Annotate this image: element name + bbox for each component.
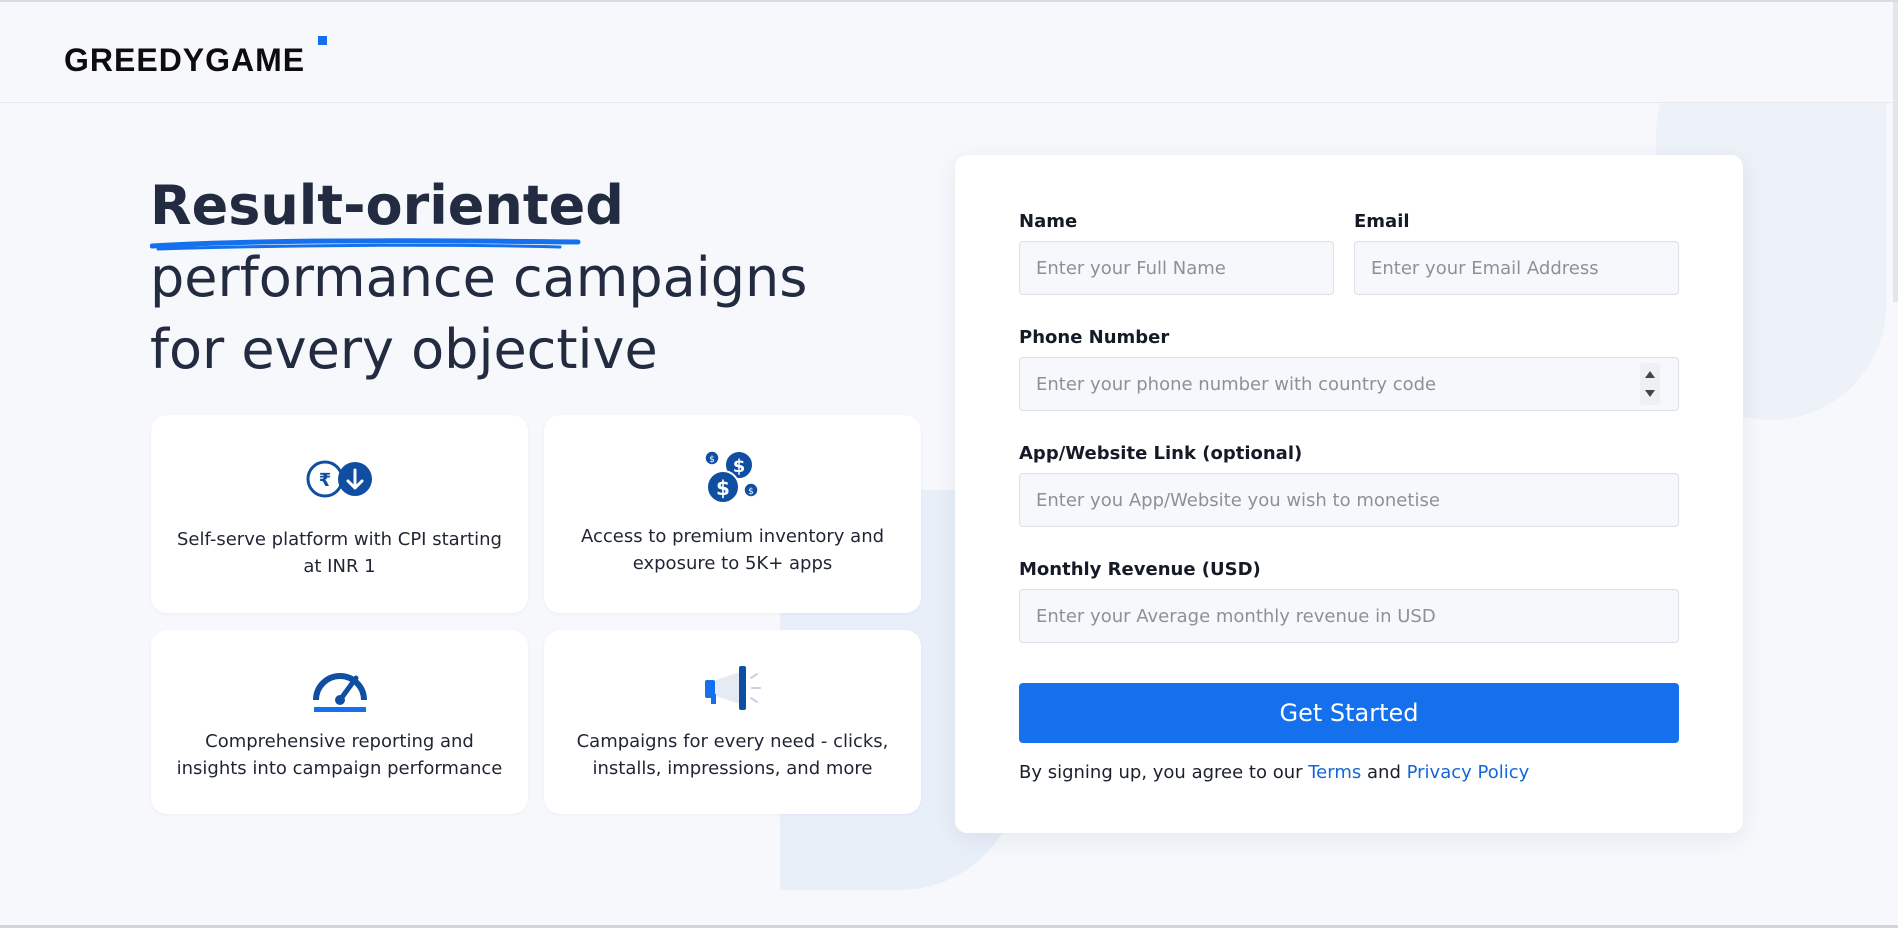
svg-text:$: $ (732, 456, 745, 477)
legal-notice: By signing up, you agree to our Terms an… (1019, 760, 1529, 786)
phone-input[interactable] (1019, 357, 1679, 411)
privacy-policy-link[interactable]: Privacy Policy (1407, 762, 1530, 783)
email-input[interactable] (1354, 241, 1679, 295)
svg-text:$: $ (716, 476, 730, 500)
email-label: Email (1354, 211, 1410, 232)
legal-prefix: By signing up, you agree to our (1019, 762, 1303, 783)
app-link-label: App/Website Link (optional) (1019, 443, 1303, 464)
greedygame-logo[interactable]: GREEDYGAME (64, 40, 305, 80)
megaphone-icon (704, 666, 761, 710)
brush-underline (150, 238, 581, 251)
logo-corner-mark (318, 36, 327, 45)
svg-text:$: $ (748, 487, 754, 497)
page-scrollbar[interactable] (1893, 2, 1898, 302)
rupee-down-icon: ₹ (306, 460, 372, 498)
name-label: Name (1019, 211, 1078, 232)
svg-text:$: $ (709, 455, 715, 465)
stepper-down-icon[interactable] (1645, 390, 1655, 397)
legal-and: and (1367, 762, 1401, 783)
feature-text: Self-serve platform with CPI starting at… (177, 529, 502, 577)
hero-line-3: for every objective (150, 318, 658, 381)
feature-text: Campaigns for every need - clicks, insta… (576, 731, 889, 779)
feature-card-cpi: ₹ Self-serve platform with CPI starting … (151, 415, 528, 613)
svg-text:₹: ₹ (318, 470, 331, 491)
revenue-input[interactable] (1019, 589, 1679, 643)
feature-text: Access to premium inventory and exposure… (580, 526, 885, 574)
hero-bold-text: Result-oriented (150, 174, 624, 237)
revenue-label: Monthly Revenue (USD) (1019, 559, 1261, 580)
terms-link[interactable]: Terms (1308, 762, 1361, 783)
app-link-input[interactable] (1019, 473, 1679, 527)
speedometer-icon (312, 673, 367, 712)
hero-heading: Result-oriented performance campaigns fo… (150, 170, 950, 386)
site-header: GREEDYGAME (0, 2, 1898, 103)
feature-card-inventory: $ $ $ $ Access to premium inventory and … (544, 415, 921, 613)
phone-number-stepper[interactable] (1640, 363, 1660, 405)
get-started-button[interactable]: Get Started (1019, 683, 1679, 743)
phone-label: Phone Number (1019, 327, 1170, 348)
feature-card-reporting: Comprehensive reporting and insights int… (151, 630, 528, 814)
name-input[interactable] (1019, 241, 1334, 295)
feature-card-campaigns: Campaigns for every need - clicks, insta… (544, 630, 921, 814)
feature-text: Comprehensive reporting and insights int… (176, 731, 503, 779)
coins-dollar-icon: $ $ $ $ (703, 450, 759, 504)
stepper-up-icon[interactable] (1645, 371, 1655, 378)
